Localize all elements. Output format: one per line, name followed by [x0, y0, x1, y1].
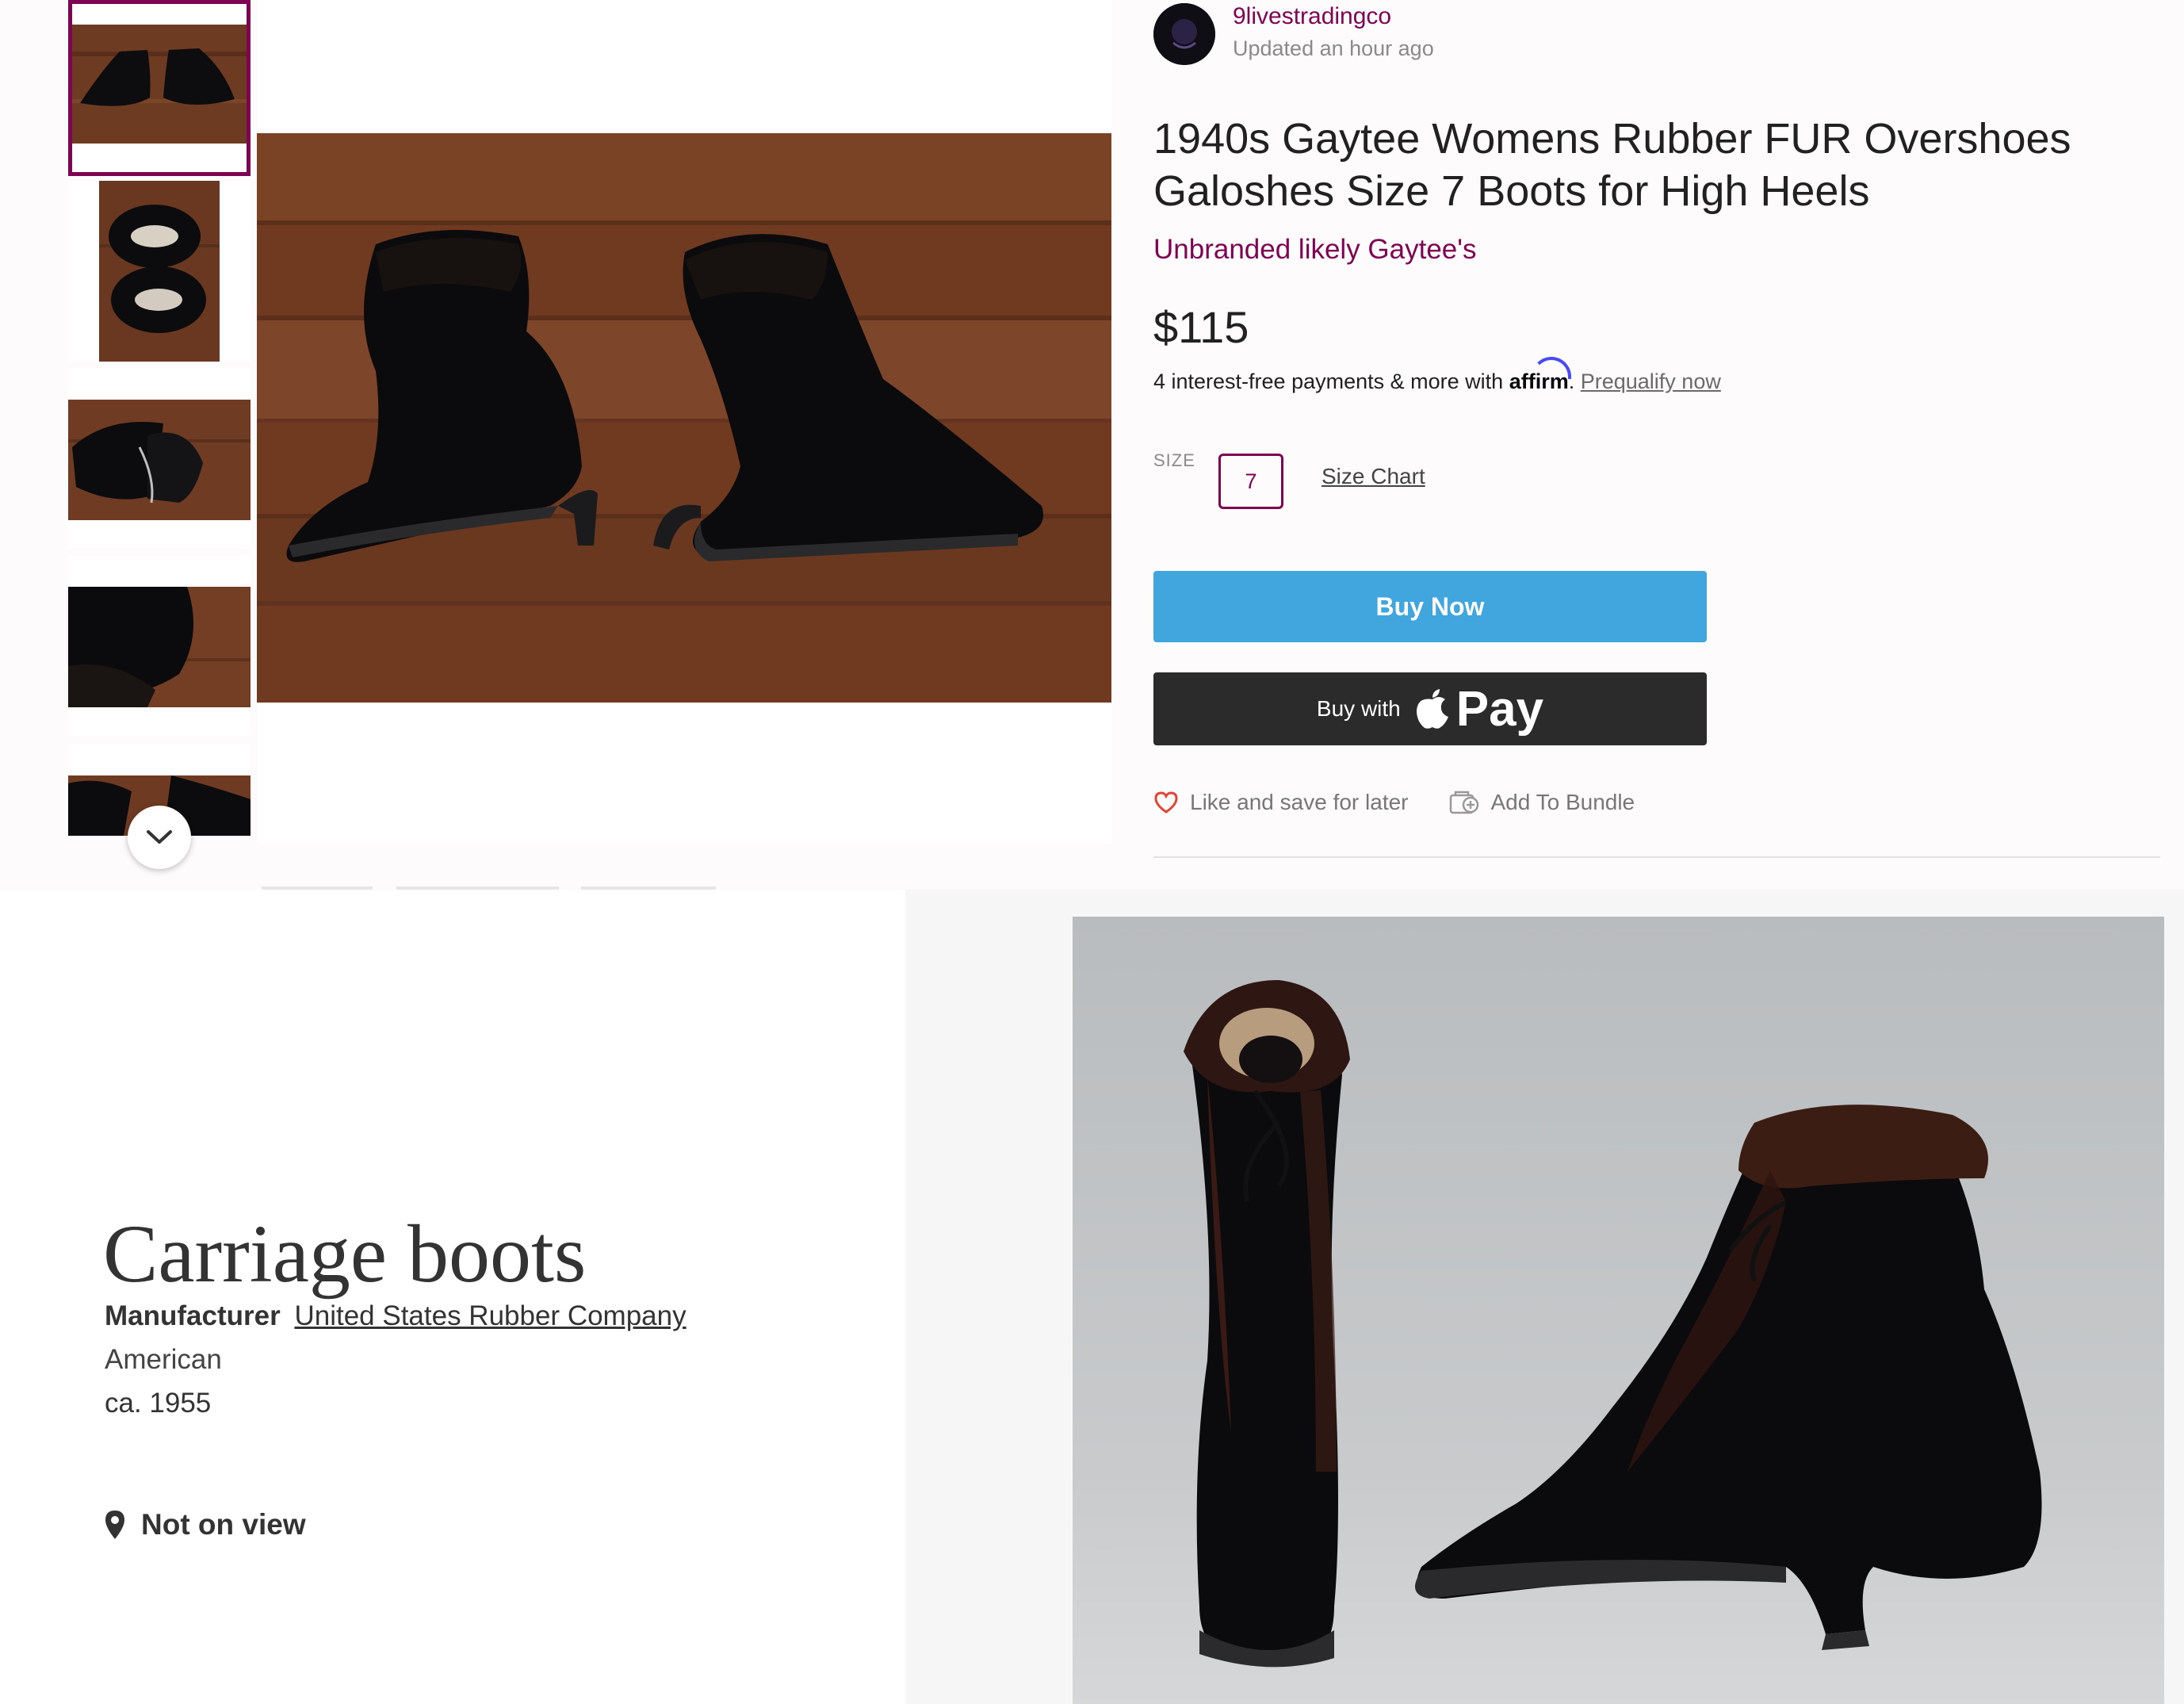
listing-section: 9livestradingco Updated an hour ago 1940…	[0, 0, 2184, 890]
section-divider	[1153, 856, 2160, 858]
main-product-photo[interactable]	[257, 133, 1111, 703]
map-pin-icon	[105, 1511, 124, 1539]
apple-pay-button[interactable]: Buy with Pay	[1153, 672, 1707, 745]
affirm-logo: affirm	[1509, 357, 1571, 393]
manufacturer-role: Manufacturer	[105, 1300, 281, 1331]
seller-updated-time: Updated an hour ago	[1233, 36, 1434, 60]
buy-now-button[interactable]: Buy Now	[1153, 571, 1707, 642]
size-chart-link[interactable]: Size Chart	[1321, 464, 1425, 489]
affirm-financing: 4 interest-free payments & more with aff…	[1153, 357, 1721, 394]
seller-name[interactable]: 9livestradingco	[1233, 3, 1391, 30]
manufacturer-link[interactable]: United States Rubber Company	[294, 1300, 686, 1331]
manufacturer-line: Manufacturer United States Rubber Compan…	[105, 1300, 687, 1332]
chevron-down-icon	[147, 830, 172, 844]
apple-pay-prefix: Buy with	[1316, 696, 1401, 721]
object-date: ca. 1955	[105, 1388, 212, 1419]
affirm-text: 4 interest-free payments & more with	[1153, 370, 1504, 393]
object-photo[interactable]	[1073, 917, 2164, 1704]
like-button[interactable]: Like and save for later	[1153, 790, 1409, 815]
apple-pay-label: Pay	[1455, 681, 1544, 737]
on-view-label: Not on view	[141, 1508, 306, 1541]
brand-link[interactable]: Unbranded likely Gaytee's	[1153, 234, 1476, 266]
on-view-status: Not on view	[105, 1508, 306, 1541]
thumbnail-1[interactable]	[68, 0, 251, 176]
object-culture: American	[105, 1344, 222, 1375]
thumbnail-strip[interactable]	[68, 0, 251, 869]
main-photo-container	[257, 0, 1111, 844]
size-option[interactable]: 7	[1218, 454, 1283, 509]
listing-actions: Like and save for later Add To Bundle	[1153, 785, 1635, 820]
prequalify-link[interactable]: Prequalify now	[1581, 370, 1721, 393]
seller-header: 9livestradingco Updated an hour ago	[1153, 3, 2025, 67]
seller-avatar[interactable]	[1153, 3, 1215, 65]
listing-price: $115	[1153, 302, 1249, 352]
size-label: SIZE	[1153, 450, 1195, 470]
thumbnail-3[interactable]	[68, 368, 251, 549]
bundle-add-icon	[1449, 791, 1478, 814]
object-image-panel	[905, 890, 2184, 1704]
museum-record-section: Carriage boots Manufacturer United State…	[0, 890, 2184, 1704]
thumbnails-scroll-button[interactable]	[128, 806, 191, 869]
add-to-bundle-button[interactable]: Add To Bundle	[1448, 789, 1635, 816]
thumbnail-2[interactable]	[68, 181, 251, 362]
thumbnail-4[interactable]	[68, 555, 251, 736]
object-info-panel: Carriage boots Manufacturer United State…	[0, 890, 905, 1704]
listing-title: 1940s Gaytee Womens Rubber FUR Overshoes…	[1153, 115, 2071, 215]
object-title: Carriage boots	[103, 1208, 587, 1300]
bundle-label: Add To Bundle	[1490, 790, 1635, 814]
heart-icon	[1154, 791, 1178, 814]
apple-icon	[1416, 689, 1448, 729]
like-label: Like and save for later	[1190, 790, 1409, 814]
